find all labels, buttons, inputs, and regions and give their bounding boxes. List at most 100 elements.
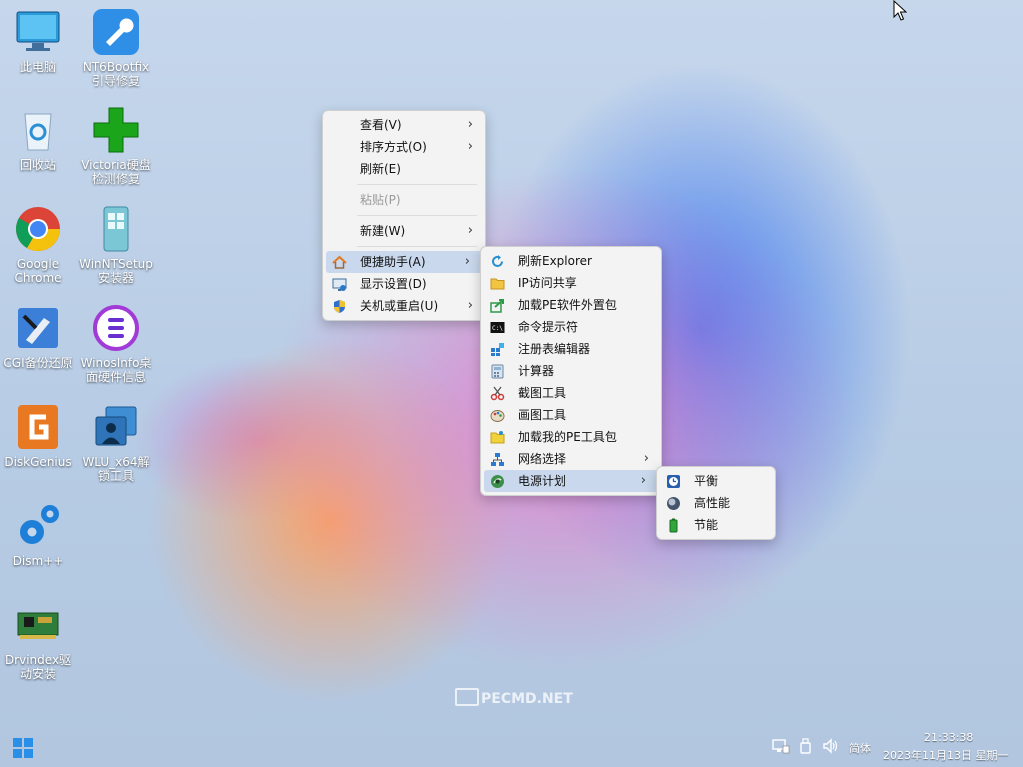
desktop-icon-nt6bootfix[interactable]: NT6Bootfix引导修复 — [78, 8, 154, 88]
chrome-icon — [14, 205, 62, 253]
tray-clock-date[interactable]: 2023年11月13日 星期一 — [883, 747, 1009, 763]
desktop-icon-wlu[interactable]: WLU_x64解锁工具 — [78, 403, 154, 483]
power-plan-submenu: 平衡 高性能 节能 — [656, 466, 776, 540]
menu-item-balanced[interactable]: 平衡 — [657, 470, 775, 492]
desktop-icon-label: Victoria硬盘检测修复 — [81, 158, 151, 186]
watermark-text: PECMD.NET — [481, 691, 573, 707]
tray-clock-time[interactable]: 21:33:38 — [924, 731, 973, 744]
folder-icon — [490, 276, 505, 291]
desktop-icon-dism[interactable]: Dism++ — [0, 502, 76, 568]
menu-item-label: 刷新(E) — [360, 162, 401, 176]
monitor-logo-icon — [455, 688, 479, 706]
menu-separator — [357, 215, 477, 216]
tray-volume-icon[interactable] — [822, 738, 840, 754]
menu-item-ip-share[interactable]: IP访问共享 — [481, 272, 661, 294]
menu-item-label: 新建(W) — [360, 224, 406, 238]
menu-separator — [357, 184, 477, 185]
desktop-icon-cgi[interactable]: CGI备份还原 — [0, 304, 76, 370]
desktop-icon-label: Drvindex驱动安装 — [4, 653, 72, 681]
cgi-backup-icon — [14, 304, 62, 352]
menu-item-label: 加载PE软件外置包 — [518, 298, 617, 312]
menu-item-label: 粘贴(P) — [360, 193, 401, 207]
menu-item-label: 网络选择 — [518, 452, 567, 466]
menu-item-label: IP访问共享 — [518, 276, 577, 290]
chevron-right-icon: › — [467, 298, 473, 313]
menu-item-label: 高性能 — [694, 496, 731, 510]
menu-item-high-performance[interactable]: 高性能 — [657, 492, 775, 514]
menu-item-label: 电源计划 — [518, 474, 567, 488]
menu-item-cmd[interactable]: C:\ 命令提示符 — [481, 316, 661, 338]
menu-item-label: 查看(V) — [360, 118, 402, 132]
menu-item-power-saver[interactable]: 节能 — [657, 514, 775, 536]
menu-item-assistant[interactable]: 便捷助手(A) › — [326, 251, 482, 273]
chevron-right-icon: › — [467, 139, 473, 154]
menu-item-registry-editor[interactable]: 注册表编辑器 — [481, 338, 661, 360]
chevron-right-icon: › — [643, 451, 649, 466]
menu-item-view[interactable]: 查看(V) › — [323, 114, 485, 136]
menu-item-calculator[interactable]: 计算器 — [481, 360, 661, 382]
svg-text:C:\: C:\ — [492, 325, 503, 332]
tray-usb-icon[interactable] — [798, 738, 814, 754]
desktop-icon-recycle-bin[interactable]: 回收站 — [0, 106, 76, 172]
desktop-icon-victoria[interactable]: Victoria硬盘检测修复 — [78, 106, 154, 186]
desktop-icon-winosinfo[interactable]: WinosInfo桌面硬件信息 — [78, 304, 154, 384]
calculator-icon — [490, 364, 505, 379]
windows-logo-icon — [13, 738, 33, 758]
desktop-icon-drvindex[interactable]: Drvindex驱动安装 — [0, 601, 76, 681]
network-icon — [490, 452, 505, 467]
scissors-icon — [490, 386, 505, 401]
desktop-icon-label: Dism++ — [12, 554, 64, 568]
desktop-icon-label: WinNTSetup安装器 — [79, 257, 153, 285]
chevron-right-icon: › — [640, 473, 646, 488]
menu-item-refresh-explorer[interactable]: 刷新Explorer — [481, 250, 661, 272]
menu-item-shutdown[interactable]: 关机或重启(U) › — [323, 295, 485, 317]
menu-item-snipping-tool[interactable]: 截图工具 — [481, 382, 661, 404]
menu-item-label: 节能 — [694, 518, 719, 532]
start-button[interactable] — [12, 737, 34, 759]
menu-item-label: 便捷助手(A) — [360, 255, 426, 269]
menu-item-network-select[interactable]: 网络选择 › — [481, 448, 661, 470]
menu-item-label: 关机或重启(U) — [360, 299, 439, 313]
desktop-icon-label: DiskGenius — [4, 455, 72, 469]
computer-icon — [14, 8, 62, 56]
clock-icon — [666, 474, 681, 489]
cmd-icon: C:\ — [490, 320, 505, 335]
menu-item-label: 刷新Explorer — [518, 254, 592, 268]
menu-item-new[interactable]: 新建(W) › — [323, 220, 485, 242]
desktop-icon-diskgenius[interactable]: DiskGenius — [0, 403, 76, 469]
diskgenius-icon — [14, 403, 62, 451]
desktop-context-menu: 查看(V) › 排序方式(O) › 刷新(E) 粘贴(P) 新建(W) › 便捷助手(… — [322, 110, 486, 321]
paint-palette-icon — [490, 408, 505, 423]
menu-item-power-plan[interactable]: 电源计划 › — [484, 470, 658, 492]
mouse-cursor-icon — [893, 0, 908, 25]
menu-item-paint[interactable]: 画图工具 — [481, 404, 661, 426]
menu-item-load-pe-package[interactable]: 加载PE软件外置包 — [481, 294, 661, 316]
menu-item-label: 排序方式(O) — [360, 140, 427, 154]
battery-icon — [666, 518, 681, 533]
menu-item-refresh[interactable]: 刷新(E) — [323, 158, 485, 180]
menu-item-load-my-pe-toolkit[interactable]: 加载我的PE工具包 — [481, 426, 661, 448]
gears-icon — [14, 502, 62, 550]
menu-item-label: 计算器 — [518, 364, 555, 378]
home-icon — [332, 255, 347, 270]
desktop-icon-label: 此电脑 — [19, 60, 56, 74]
recycle-bin-icon — [14, 106, 62, 154]
desktop-icon-chrome[interactable]: Google Chrome — [0, 205, 76, 285]
winntsetup-icon — [92, 205, 140, 253]
tray-network-icon[interactable] — [772, 738, 790, 754]
display-settings-icon — [332, 277, 347, 292]
menu-item-label: 显示设置(D) — [360, 277, 427, 291]
wlu-icon — [92, 403, 140, 451]
menu-item-display-settings[interactable]: 显示设置(D) — [323, 273, 485, 295]
chevron-right-icon: › — [467, 223, 473, 238]
desktop-icon-winntsetup[interactable]: WinNTSetup安装器 — [78, 205, 154, 285]
desktop-icon-this-pc[interactable]: 此电脑 — [0, 8, 76, 74]
folder-star-icon — [490, 430, 505, 445]
assistant-submenu: 刷新Explorer IP访问共享 加载PE软件外置包 C:\ 命令提示符 注册… — [480, 246, 662, 496]
chevron-right-icon: › — [464, 254, 470, 269]
menu-item-sort[interactable]: 排序方式(O) › — [323, 136, 485, 158]
refresh-icon — [490, 254, 505, 269]
circuit-board-icon — [14, 601, 62, 649]
tray-ime-indicator[interactable]: 简体 — [849, 740, 871, 756]
wrench-icon — [92, 8, 140, 56]
